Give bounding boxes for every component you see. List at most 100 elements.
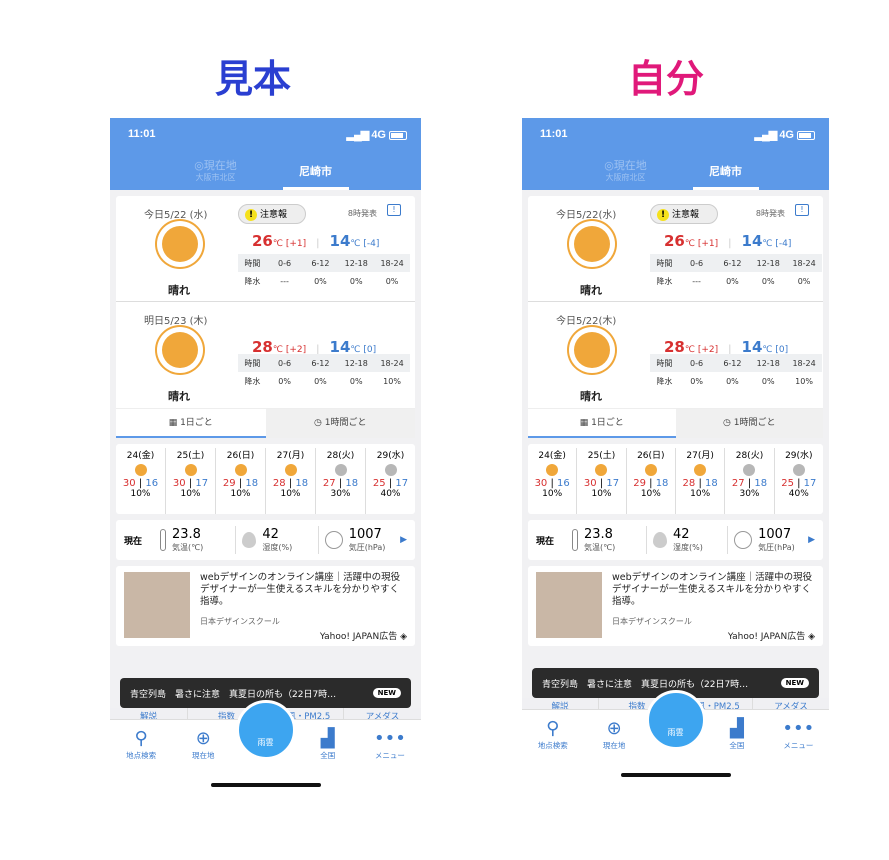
now-label: 現在 <box>124 536 143 547</box>
alert-label: 注意報 <box>672 210 700 220</box>
day-today: 今日5/22(水) ! 注意報 8時発表 ! 晴れ 26℃ [+1] | 14℃ [-… <box>528 196 823 302</box>
current-conditions[interactable]: 現在 23.8 気温(℃) 42 湿度(%) 1007 気圧(hPa) ▶ <box>116 520 415 560</box>
grid-rain: 降水 0% 0% 0% 10% <box>650 372 822 390</box>
week-low: 17 <box>803 478 817 489</box>
nav-search[interactable]: ⚲ 地点検索 <box>110 720 172 795</box>
chevron-right-icon[interactable]: ▶ <box>808 535 815 545</box>
week-precip: 10% <box>591 489 612 499</box>
network-type: 4G <box>371 129 386 141</box>
tab-city[interactable]: 尼崎市 <box>282 156 349 190</box>
week-day[interactable]: 26(日) 29 | 18 10% <box>216 448 266 514</box>
week-day[interactable]: 26(日) 29 | 18 10% <box>627 448 676 514</box>
week-precip: 30% <box>739 489 760 499</box>
calendar-icon: ▦ <box>579 418 592 428</box>
new-badge: NEW <box>780 678 809 688</box>
rain-label: 降水 <box>656 376 673 386</box>
rain-grid: 時間 0-6 6-12 12-18 18-24 降水 0% 0% 0% 10% <box>238 354 410 390</box>
week-low: 18 <box>754 478 768 489</box>
week-day[interactable]: 25(土) 30 | 17 10% <box>577 448 627 514</box>
week-low: 18 <box>655 478 669 489</box>
pressure-cell: 1007 気圧(hPa) <box>728 526 808 554</box>
ad-banner[interactable]: webデザインのオンライン講座｜活躍中の現役デザイナーが一生使えるスキルを分かり… <box>528 566 823 646</box>
condition-label: 晴れ <box>168 284 190 297</box>
humidity-cell: 42 湿度(%) <box>647 526 729 554</box>
week-date: 24(金) <box>126 451 155 461</box>
tab-daily[interactable]: ▦ 1日ごと <box>528 409 676 438</box>
week-temps: 28 | 18 <box>272 478 309 489</box>
week-day[interactable]: 27(月) 28 | 18 10% <box>266 448 316 514</box>
tab-current-sub: 大阪府北区 <box>605 173 646 182</box>
ad-source: 日本デザインスクール <box>612 617 692 626</box>
alert-badge[interactable]: ! 注意報 <box>650 204 719 224</box>
rain-cell: 0% <box>761 276 775 286</box>
week-high: 28 <box>272 478 286 489</box>
ad-info-icon: ◈ <box>808 632 815 642</box>
week-day[interactable]: 27(月) 28 | 18 10% <box>676 448 726 514</box>
nav-menu[interactable]: ••• メニュー <box>359 720 421 795</box>
week-day[interactable]: 24(金) 30 | 16 10% <box>116 448 166 514</box>
tab-current-location[interactable]: ◎現在地 大阪市北区 <box>183 156 249 190</box>
humidity-unit: 湿度(%) <box>673 543 703 552</box>
tab-daily[interactable]: ▦ 1日ごと <box>116 409 266 438</box>
condition-label: 晴れ <box>580 284 602 297</box>
rain-cloud-button[interactable]: 雨雲 <box>645 690 706 750</box>
ad-sponsor-label: Yahoo! JAPAN広告 <box>727 632 806 642</box>
week-low: 16 <box>145 478 159 489</box>
tab-hourly[interactable]: ◷ 1時間ごと <box>675 409 823 438</box>
tab-current-sub: 大阪市北区 <box>195 173 236 182</box>
temp-sep: | <box>728 238 732 249</box>
tab-city-label: 尼崎市 <box>709 165 742 178</box>
tab-current-location[interactable]: ◎現在地 大阪府北区 <box>593 156 659 190</box>
nav-menu[interactable]: ••• メニュー <box>768 710 829 785</box>
chevron-right-icon[interactable]: ▶ <box>400 535 407 545</box>
alert-label: 注意報 <box>260 210 288 220</box>
tab-current-label: 現在地 <box>203 159 237 172</box>
nav-search[interactable]: ⚲ 地点検索 <box>522 710 583 785</box>
week-day[interactable]: 24(金) 30 | 16 10% <box>528 448 578 514</box>
rain-cell: 0% <box>314 276 327 286</box>
tab-hourly[interactable]: ◷ 1時間ごと <box>265 409 415 438</box>
rain-cell: 10% <box>383 376 401 386</box>
rain-grid: 時間 0-6 6-12 12-18 18-24 降水 --- 0% 0% 0% <box>238 254 410 290</box>
sun-icon <box>162 332 198 368</box>
pressure-value: 1007 <box>348 527 382 542</box>
rain-cloud-button[interactable]: 雨雲 <box>235 700 296 760</box>
week-day[interactable]: 29(水) 25 | 17 40% <box>775 448 823 514</box>
alert-badge[interactable]: ! 注意報 <box>238 204 307 224</box>
week-precip: 10% <box>130 489 151 499</box>
search-icon: ⚲ <box>546 718 560 739</box>
high-diff: [+1] <box>697 239 719 249</box>
nav-label: 全国 <box>320 751 336 760</box>
week-date: 25(土) <box>176 451 205 461</box>
rain-cell: 0% <box>278 376 291 386</box>
week-low: 17 <box>195 478 209 489</box>
battery-icon <box>797 130 815 140</box>
sun-icon <box>574 226 610 262</box>
week-precip: 30% <box>330 489 351 499</box>
week-low: 17 <box>606 478 620 489</box>
ad-info-icon: ◈ <box>400 632 407 642</box>
search-icon: ⚲ <box>134 728 148 749</box>
week-high: 29 <box>222 478 236 489</box>
nav-label: メニュー <box>374 751 405 760</box>
sun-icon <box>134 464 147 476</box>
cloud-sun-icon <box>334 464 347 476</box>
bottom-nav: ⚲ 地点検索 ⊕ 現在地 雨雲 ▟ 全国 ••• メニュー <box>110 700 421 795</box>
ad-banner[interactable]: webデザインのオンライン講座｜活躍中の現役デザイナーが一生使えるスキルを分かり… <box>116 566 415 646</box>
current-conditions[interactable]: 現在 23.8 気温(℃) 42 湿度(%) 1007 気圧(hPa) ▶ <box>528 520 823 560</box>
pressure-unit: 気圧(hPa) <box>348 543 386 552</box>
crosshair-icon: ⊕ <box>195 728 211 749</box>
tab-city[interactable]: 尼崎市 <box>692 156 759 190</box>
week-day[interactable]: 29(水) 25 | 17 40% <box>366 448 415 514</box>
week-day[interactable]: 28(火) 27 | 18 30% <box>316 448 366 514</box>
message-icon[interactable]: ! <box>387 204 401 216</box>
ad-sponsor-label: Yahoo! JAPAN広告 <box>319 632 398 642</box>
home-indicator <box>210 783 321 787</box>
more-icon: ••• <box>782 718 815 739</box>
week-day[interactable]: 28(火) 27 | 18 30% <box>725 448 775 514</box>
message-icon[interactable]: ! <box>795 204 809 216</box>
week-day[interactable]: 25(土) 30 | 17 10% <box>166 448 216 514</box>
grid-head-cell: 時間 <box>656 258 673 268</box>
location-tabs: ◎現在地 大阪市北区 尼崎市 <box>110 156 421 190</box>
nav-label: 全国 <box>729 741 745 750</box>
